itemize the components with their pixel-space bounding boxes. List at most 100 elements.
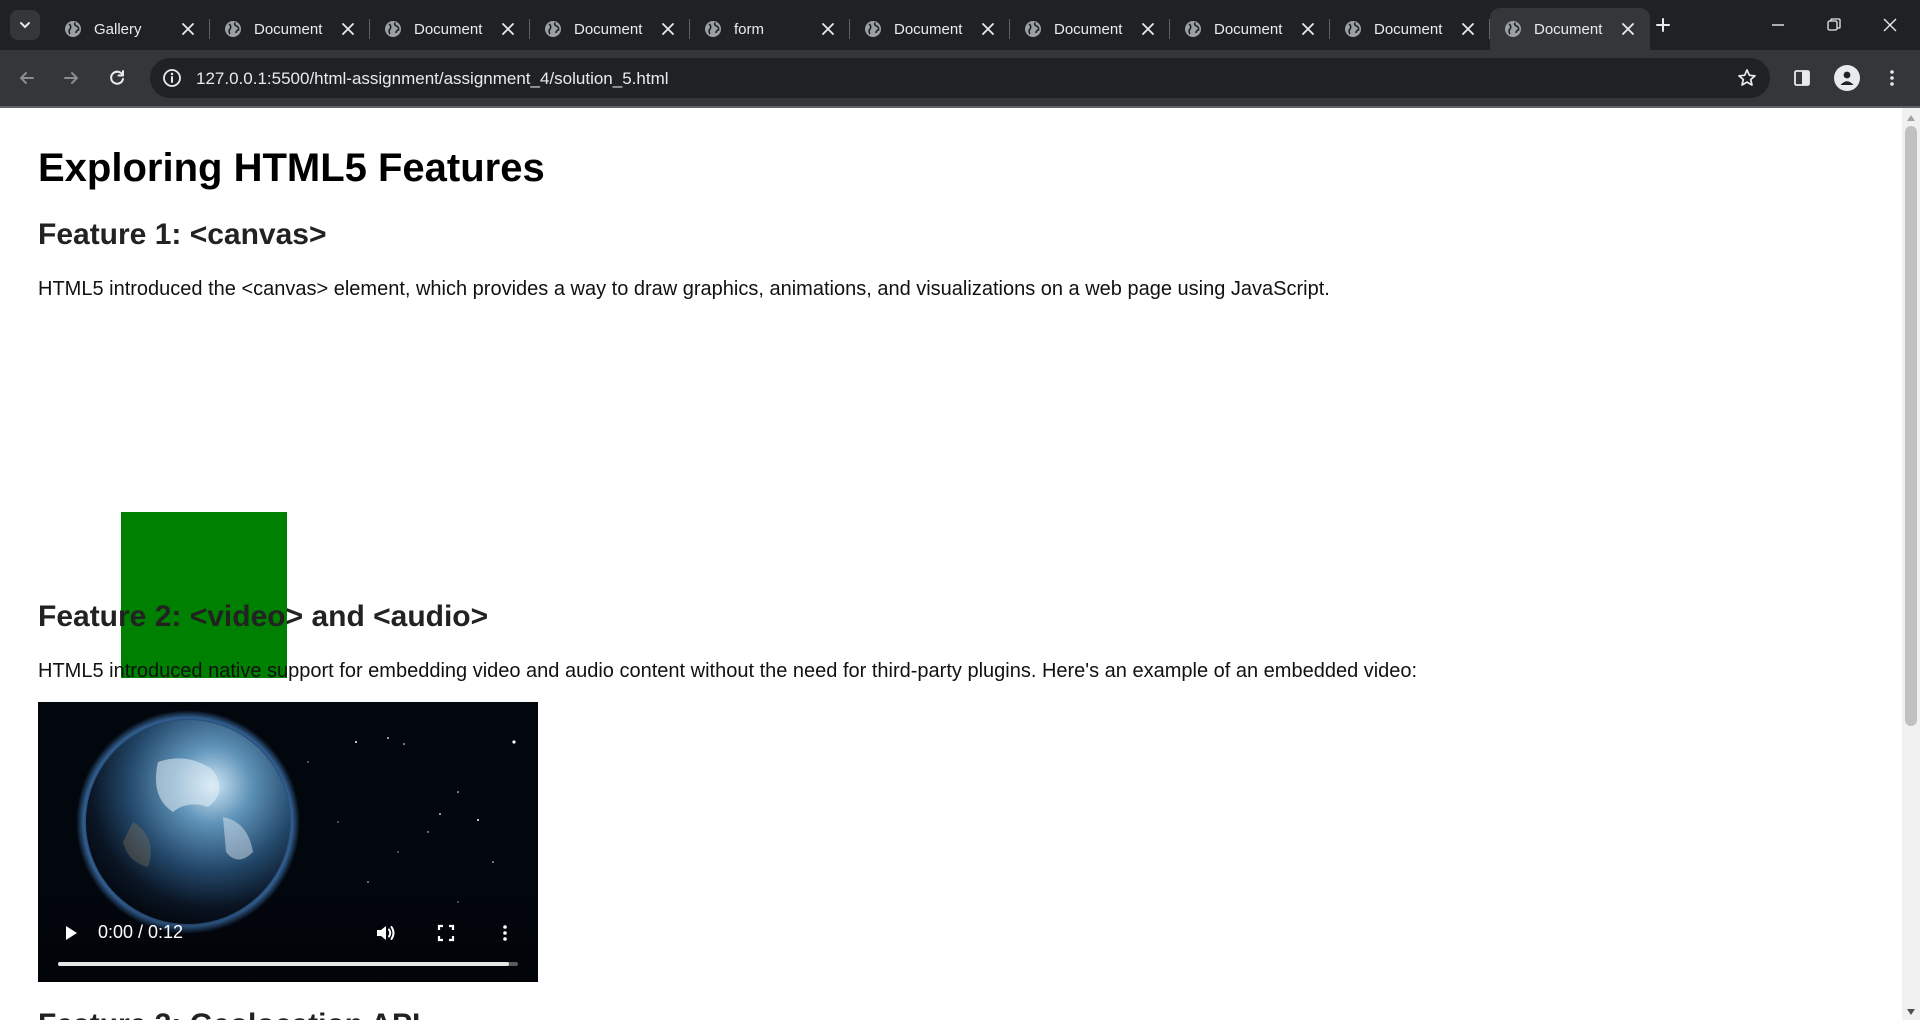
side-panel-button[interactable] (1787, 63, 1817, 93)
reload-button[interactable] (102, 63, 132, 93)
page-title: Exploring HTML5 Features (38, 146, 545, 190)
video-player[interactable]: 0:00 / 0:12 (38, 702, 538, 982)
tab-close-button[interactable] (978, 19, 998, 39)
chevron-down-icon (20, 22, 30, 29)
browser-tab[interactable]: form (690, 8, 850, 50)
tab-close-button[interactable] (1298, 19, 1318, 39)
globe-icon (1505, 21, 1521, 37)
video-progress-bar[interactable] (58, 962, 518, 966)
browser-tab[interactable]: Document (370, 8, 530, 50)
page-scrollbar[interactable] (1902, 108, 1920, 1020)
tab-close-button[interactable] (1618, 19, 1638, 39)
tab-title: Document (1214, 20, 1283, 38)
browser-tab[interactable]: Document (1330, 8, 1490, 50)
triangle-down-icon (1907, 1009, 1915, 1015)
tab-close-button[interactable] (178, 19, 198, 39)
globe-icon (705, 21, 721, 37)
restore-button[interactable] (1806, 0, 1862, 50)
close-icon (822, 23, 834, 35)
video-mute-button[interactable] (372, 920, 398, 946)
globe-icon (225, 21, 241, 37)
new-tab-button[interactable] (1650, 12, 1676, 38)
profile-icon (1840, 71, 1854, 85)
feature2-text: HTML5 introduced native support for embe… (38, 660, 1418, 682)
video-time: 0:00 / 0:12 (98, 922, 184, 942)
browser-tab[interactable]: Document (210, 8, 370, 50)
close-icon (182, 23, 194, 35)
profile-button[interactable] (1832, 63, 1862, 93)
tab-close-button[interactable] (658, 19, 678, 39)
tab-title: Gallery (94, 20, 142, 38)
canvas-green-square (121, 512, 287, 678)
feature1-text: HTML5 introduced the <canvas> element, w… (38, 278, 1330, 300)
video-play-button[interactable] (60, 922, 82, 944)
tab-title: Document (1374, 20, 1443, 38)
kebab-menu-icon (503, 925, 507, 941)
volume-icon (377, 926, 395, 940)
tab-close-button[interactable] (818, 19, 838, 39)
scroll-down-button[interactable] (1902, 1004, 1920, 1020)
avatar (1834, 65, 1860, 91)
feature2-heading: Feature 2: <video> and <audio> (38, 600, 489, 633)
tab-close-button[interactable] (338, 19, 358, 39)
tab-close-button[interactable] (1458, 19, 1478, 39)
close-window-button[interactable] (1862, 0, 1918, 50)
tab-close-button[interactable] (498, 19, 518, 39)
close-icon (1302, 23, 1314, 35)
tab-search-button[interactable] (10, 10, 40, 40)
page-viewport: Exploring HTML5 Features Feature 1: <can… (0, 106, 1920, 1020)
globe-icon (865, 21, 881, 37)
url-text[interactable]: 127.0.0.1:5500/html-assignment/assignmen… (196, 69, 669, 89)
tab-title: form (734, 20, 764, 38)
scrollbar-thumb[interactable] (1905, 126, 1917, 726)
play-icon (66, 926, 77, 940)
tab-close-button[interactable] (1138, 19, 1158, 39)
info-icon (163, 69, 181, 87)
browser-tab[interactable]: Document (850, 8, 1010, 50)
browser-menu-button[interactable] (1877, 63, 1907, 93)
tab-title: Document (1054, 20, 1123, 38)
globe-icon (1025, 21, 1041, 37)
close-icon (1462, 23, 1474, 35)
browser-tab[interactable]: Document (1490, 8, 1650, 50)
globe-icon (385, 21, 401, 37)
minimize-button[interactable] (1750, 0, 1806, 50)
tab-title: Document (894, 20, 963, 38)
tab-strip: Gallery Document Document Document form Docum… (0, 0, 1920, 50)
side-panel-icon (1794, 70, 1810, 86)
plus-icon (1656, 18, 1670, 32)
close-icon (662, 23, 674, 35)
browser-tab[interactable]: Document (1010, 8, 1170, 50)
fullscreen-icon (437, 924, 455, 942)
close-icon (342, 23, 354, 35)
address-bar[interactable]: 127.0.0.1:5500/html-assignment/assignmen… (150, 58, 1770, 98)
star-icon (1738, 69, 1756, 86)
browser-tab[interactable]: Document (1170, 8, 1330, 50)
video-fullscreen-button[interactable] (433, 920, 459, 946)
browser-toolbar: 127.0.0.1:5500/html-assignment/assignmen… (0, 50, 1920, 106)
arrow-left-icon (20, 72, 34, 84)
site-info-button[interactable] (160, 66, 184, 90)
close-icon (982, 23, 994, 35)
reload-icon (110, 70, 124, 85)
kebab-menu-icon (1890, 70, 1894, 86)
tab-title: Document (1534, 20, 1603, 38)
browser-tab[interactable]: Document (530, 8, 690, 50)
globe-icon (1185, 21, 1201, 37)
bookmark-button[interactable] (1736, 67, 1758, 89)
close-icon (1883, 18, 1897, 32)
tab-list: Gallery Document Document Document form Docum… (50, 8, 1650, 50)
video-more-button[interactable] (492, 920, 518, 946)
globe-icon (65, 21, 81, 37)
globe-icon (1345, 21, 1361, 37)
scroll-up-button[interactable] (1902, 110, 1920, 126)
globe-icon (545, 21, 561, 37)
close-icon (1142, 23, 1154, 35)
browser-tab[interactable]: Gallery (50, 8, 210, 50)
arrow-right-icon (64, 72, 78, 84)
close-icon (502, 23, 514, 35)
video-controls: 0:00 / 0:12 (38, 892, 538, 982)
feature3-heading: Feature 3: Geolocation API (38, 1008, 420, 1020)
back-button[interactable] (12, 63, 42, 93)
forward-button[interactable] (56, 63, 86, 93)
